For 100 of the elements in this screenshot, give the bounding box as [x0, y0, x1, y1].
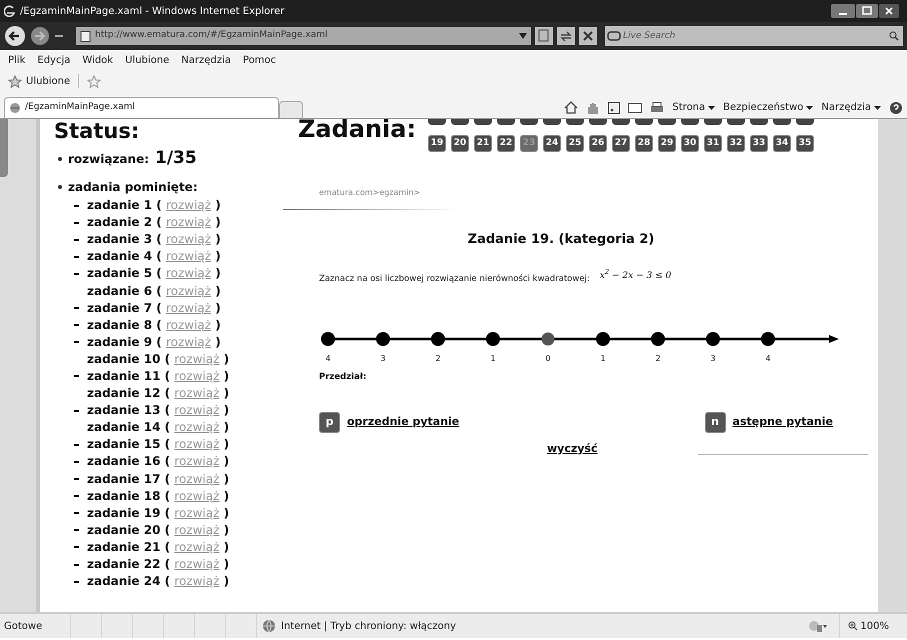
task-button[interactable]: 24 — [543, 135, 561, 152]
task-button[interactable]: 34 — [773, 135, 791, 152]
page-icon — [9, 102, 21, 114]
dropdown-icon[interactable] — [519, 33, 527, 39]
task-label: zadanie 14 ( — [87, 420, 172, 436]
favorites-button[interactable]: Ulubione — [26, 74, 70, 88]
minimize-button[interactable] — [831, 4, 855, 18]
task-button[interactable] — [451, 119, 469, 125]
task-button[interactable] — [658, 119, 676, 125]
add-star-icon[interactable] — [87, 74, 102, 88]
task-button[interactable]: 28 — [635, 135, 653, 152]
closing-paren: ) — [214, 249, 221, 264]
closing-paren: ) — [214, 215, 221, 230]
point-marker[interactable] — [761, 332, 775, 346]
task-button[interactable]: 19 — [428, 135, 446, 152]
command-menu[interactable]: Strona — [672, 100, 716, 115]
task-button[interactable] — [727, 119, 745, 125]
task-button[interactable] — [520, 119, 538, 125]
task-button[interactable]: 27 — [612, 135, 630, 152]
task-button[interactable]: 33 — [750, 135, 768, 152]
clear-link[interactable]: wyczyść — [547, 441, 598, 458]
point-marker[interactable] — [651, 332, 665, 346]
point-marker[interactable] — [542, 332, 554, 346]
task-button[interactable]: 32 — [727, 135, 745, 152]
task-button[interactable] — [566, 119, 584, 125]
task-button[interactable]: 29 — [658, 135, 676, 152]
point-marker[interactable] — [431, 332, 445, 346]
key-badge: n — [704, 412, 726, 433]
browser-tab[interactable]: /EgzaminMainPage.xaml — [4, 97, 279, 118]
help-icon[interactable] — [889, 100, 903, 114]
point-marker[interactable] — [321, 332, 335, 346]
task-button[interactable]: 22 — [497, 135, 515, 152]
menu-item[interactable]: Ulubione — [125, 52, 170, 68]
search-field[interactable]: Live Search — [623, 26, 887, 46]
task-button[interactable]: 20 — [451, 135, 469, 152]
closing-paren: ) — [222, 574, 230, 590]
task-button[interactable]: 31 — [704, 135, 722, 152]
task-button[interactable] — [497, 119, 515, 125]
task-button[interactable] — [796, 119, 814, 125]
zoom-button[interactable]: 100% — [839, 614, 907, 638]
task-button[interactable] — [681, 119, 699, 125]
task-label: zadanie 21 ( — [87, 540, 172, 555]
page-icon — [80, 30, 91, 42]
side-tab-handle[interactable] — [0, 119, 8, 177]
task-button[interactable]: 30 — [681, 135, 699, 152]
bullet-icon — [58, 185, 62, 189]
point-marker[interactable] — [706, 332, 720, 346]
search-icon[interactable] — [887, 26, 903, 46]
zoom-icon — [848, 621, 858, 631]
task-button[interactable] — [750, 119, 768, 125]
task-button[interactable]: 21 — [474, 135, 492, 152]
maximize-button[interactable] — [856, 4, 878, 18]
menu-item[interactable]: Narzędzia — [181, 52, 231, 68]
back-button[interactable] — [4, 25, 26, 47]
closing-paren: ) — [214, 300, 221, 316]
task-button[interactable] — [773, 119, 791, 125]
previous-question-link[interactable]: oprzednie pytanie — [347, 414, 460, 431]
refresh-button[interactable] — [557, 27, 575, 45]
menu-item[interactable]: Edycja — [37, 52, 70, 68]
task-button[interactable] — [704, 119, 722, 125]
closing-paren: ) — [222, 420, 230, 436]
command-menu[interactable]: Bezpieczeństwo — [723, 100, 814, 115]
feed-icon[interactable] — [608, 102, 620, 114]
tick-label: 1 — [600, 354, 606, 364]
task-label: zadanie 9 ( — [87, 334, 163, 350]
menu-item[interactable]: Widok — [82, 52, 114, 68]
menu-item[interactable]: Pomoc — [242, 52, 276, 68]
task-label: zadanie 11 ( — [87, 368, 172, 384]
printer-icon[interactable] — [650, 102, 664, 114]
hand-icon[interactable] — [586, 100, 600, 114]
compatibility-icon[interactable] — [535, 27, 553, 45]
close-button[interactable] — [879, 4, 899, 18]
point-marker[interactable] — [596, 332, 610, 346]
point-marker[interactable] — [486, 332, 500, 346]
task-button[interactable] — [612, 119, 630, 125]
task-button[interactable] — [428, 119, 446, 125]
point-marker[interactable] — [376, 332, 390, 346]
task-button[interactable] — [543, 119, 561, 125]
task-button[interactable] — [474, 119, 492, 125]
next-question-link[interactable]: astępne pytanie — [732, 414, 833, 431]
task-label: zadanie 8 ( — [87, 318, 163, 333]
task-button[interactable]: 26 — [589, 135, 607, 152]
key-badge: p — [319, 412, 340, 433]
stop-button[interactable] — [579, 27, 597, 45]
address-field[interactable]: http://www.ematura.com/#/EgzaminMainPage.xaml — [76, 27, 531, 45]
menu-item[interactable]: Plik — [8, 52, 26, 68]
command-menu[interactable]: Narzędzia — [821, 100, 881, 115]
task-button[interactable]: 35 — [796, 135, 814, 152]
solved-label: rozwiązane: — [68, 151, 150, 168]
closing-paren: ) — [222, 368, 230, 384]
star-icon — [8, 74, 22, 88]
task-label: zadanie 6 ( — [87, 284, 163, 299]
home-icon[interactable] — [564, 101, 578, 114]
task-button[interactable] — [635, 119, 653, 125]
forward-button[interactable] — [30, 26, 50, 46]
mail-icon[interactable] — [628, 102, 642, 112]
task-button[interactable] — [589, 119, 607, 125]
formula: x$^{2}$ − 2x − 3 ≤ 0 — [600, 270, 672, 282]
closing-paren: ) — [214, 284, 221, 299]
task-button[interactable]: 25 — [566, 135, 584, 152]
